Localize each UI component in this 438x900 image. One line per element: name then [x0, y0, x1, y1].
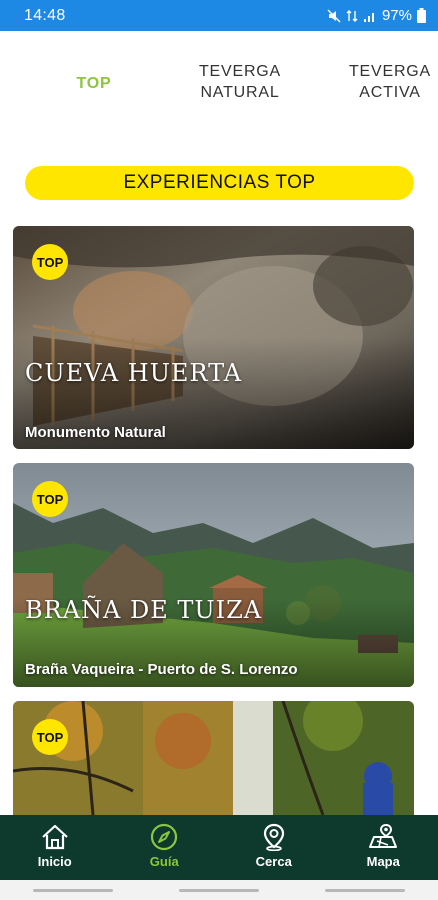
card-image-cave [13, 226, 414, 449]
card-title: BRAÑA DE TUIZA [25, 596, 263, 624]
nav-guia[interactable]: Guía [110, 815, 220, 880]
status-time: 14:48 [24, 6, 66, 24]
system-nav-home[interactable] [179, 888, 259, 892]
top-badge: TOP [32, 481, 68, 517]
experience-card-brana-de-tuiza[interactable]: TOP BRAÑA DE TUIZA Braña Vaqueira - Puer… [13, 463, 414, 687]
top-badge: TOP [32, 244, 68, 280]
nav-inicio-label: Inicio [37, 854, 72, 869]
experience-card-waterfall[interactable]: TOP [13, 701, 414, 815]
map-icon [369, 823, 398, 848]
status-bar: 14:48 97% [0, 0, 438, 31]
system-nav-back[interactable] [325, 888, 405, 892]
system-nav-bar [0, 880, 438, 900]
category-tabs: TOP TEVERGA NATURAL TEVERGA ACTIVA [0, 31, 438, 146]
card-subtitle: Braña Vaqueira - Puerto de S. Lorenzo [25, 661, 298, 678]
battery-percent: 97% [381, 7, 412, 24]
tab-top[interactable]: TOP [58, 73, 130, 94]
tab-teverga-activa[interactable]: TEVERGA ACTIVA [330, 61, 438, 103]
status-icons: 97% [327, 7, 426, 24]
signal-icon [363, 12, 374, 22]
nav-guia-label: Guía [149, 854, 179, 869]
card-image-forest [13, 701, 414, 815]
data-icon [346, 9, 358, 22]
card-image-mountains [13, 463, 414, 687]
experiences-banner: EXPERIENCIAS TOP [25, 166, 414, 200]
nav-cerca-label: Cerca [255, 854, 292, 869]
nav-inicio[interactable]: Inicio [0, 815, 110, 880]
location-pin-icon [263, 823, 284, 851]
tab-teverga-activa-label: TEVERGA ACTIVA [348, 63, 432, 101]
card-subtitle: Monumento Natural [25, 424, 166, 441]
nav-mapa-label: Mapa [366, 854, 400, 869]
mute-icon [327, 8, 341, 23]
system-nav-recent[interactable] [33, 888, 113, 892]
experience-card-cueva-huerta[interactable]: TOP CUEVA HUERTA Monumento Natural [13, 226, 414, 449]
tab-teverga-natural-label: TEVERGA NATURAL [198, 63, 282, 101]
compass-icon [151, 823, 178, 851]
nav-cerca[interactable]: Cerca [219, 815, 329, 880]
tab-teverga-natural[interactable]: TEVERGA NATURAL [182, 61, 298, 103]
nav-mapa[interactable]: Mapa [329, 815, 438, 880]
home-icon [42, 824, 68, 850]
top-badge: TOP [32, 719, 68, 755]
bottom-nav: Inicio Guía Cerca Mapa [0, 815, 438, 880]
card-title: CUEVA HUERTA [25, 359, 243, 387]
battery-icon [417, 8, 426, 23]
